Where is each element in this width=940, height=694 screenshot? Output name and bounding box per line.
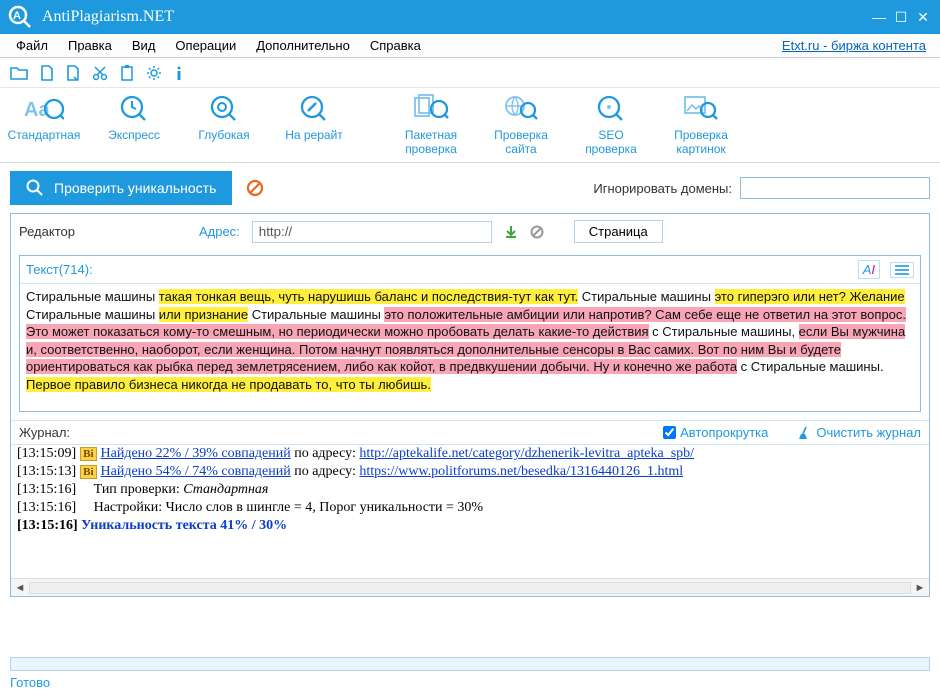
cut-icon[interactable] xyxy=(92,65,108,81)
journal-label: Журнал: xyxy=(19,425,70,440)
status-text: Готово xyxy=(0,673,940,694)
save-icon[interactable] xyxy=(66,65,80,81)
editor-label: Редактор xyxy=(19,224,75,239)
text-content[interactable]: Стиральные машины такая тонкая вещь, чут… xyxy=(20,284,920,411)
site-check[interactable]: Проверка сайта xyxy=(485,92,557,156)
progress-bar xyxy=(10,657,930,671)
broom-icon xyxy=(796,426,810,440)
open-folder-icon[interactable] xyxy=(10,65,28,81)
address-input[interactable] xyxy=(252,221,492,243)
cancel-icon[interactable] xyxy=(246,179,264,197)
journal-row: [13:15:09]BiНайдено 22% / 39% совпадений… xyxy=(17,445,923,463)
menu-operations[interactable]: Операции xyxy=(165,36,246,55)
horizontal-scrollbar[interactable]: ◄ ► xyxy=(11,578,929,596)
batch-check[interactable]: Пакетная проверка xyxy=(395,92,467,156)
site-icon xyxy=(504,92,538,126)
settings-icon[interactable] xyxy=(146,65,162,81)
journal-header: Журнал: Автопрокрутка Очистить журнал xyxy=(11,420,929,444)
autoscroll-checkbox[interactable]: Автопрокрутка xyxy=(663,425,768,440)
mode-standard[interactable]: Aa Стандартная xyxy=(8,92,80,142)
journal-row: [13:15:16] Настройки: Число слов в шингл… xyxy=(17,499,923,517)
search-icon xyxy=(26,179,44,197)
download-icon[interactable] xyxy=(504,225,518,239)
clear-journal-button[interactable]: Очистить журнал xyxy=(796,425,921,440)
mode-deep-label: Глубокая xyxy=(198,128,249,142)
mode-express[interactable]: Экспресс xyxy=(98,92,170,142)
mode-rewrite-label: На рерайт xyxy=(285,128,343,142)
menu-file[interactable]: Файл xyxy=(6,36,58,55)
text-lines-icon[interactable] xyxy=(890,262,914,278)
paste-icon[interactable] xyxy=(120,65,134,81)
menu-help[interactable]: Справка xyxy=(360,36,431,55)
action-row: Проверить уникальность Игнорировать доме… xyxy=(0,163,940,213)
text-format-icon[interactable]: AI xyxy=(858,260,880,279)
toolbar xyxy=(0,58,940,88)
check-uniqueness-button[interactable]: Проверить уникальность xyxy=(10,171,232,205)
scroll-right-icon[interactable]: ► xyxy=(911,582,929,594)
titlebar: A AntiPlagiarism.NET — ☐ ✕ xyxy=(0,0,940,34)
text-count-label: Текст(714): xyxy=(26,262,93,277)
mode-rewrite[interactable]: На рерайт xyxy=(278,92,350,142)
journal-row: [13:15:13]BiНайдено 54% / 74% совпадений… xyxy=(17,463,923,481)
window-title: AntiPlagiarism.NET xyxy=(42,8,868,26)
image-label: Проверка картинок xyxy=(665,128,737,156)
app-logo-icon: A xyxy=(6,3,34,31)
batch-icon xyxy=(413,92,449,126)
menubar: Файл Правка Вид Операции Дополнительно С… xyxy=(0,34,940,58)
ignore-label: Игнорировать домены: xyxy=(593,181,732,196)
seo-check[interactable]: SEO проверка xyxy=(575,92,647,156)
mode-express-label: Экспресс xyxy=(108,128,160,142)
menu-edit[interactable]: Правка xyxy=(58,36,122,55)
rewrite-icon xyxy=(299,92,329,126)
svg-text:A: A xyxy=(13,10,21,22)
maximize-button[interactable]: ☐ xyxy=(890,6,912,28)
mode-deep[interactable]: Глубокая xyxy=(188,92,260,142)
seo-icon xyxy=(596,92,626,126)
page-tab-button[interactable]: Страница xyxy=(574,220,663,243)
express-icon xyxy=(119,92,149,126)
site-label: Проверка сайта xyxy=(485,128,557,156)
ignore-domains-input[interactable] xyxy=(740,177,930,199)
batch-label: Пакетная проверка xyxy=(395,128,467,156)
image-icon xyxy=(684,92,718,126)
new-doc-icon[interactable] xyxy=(40,65,54,81)
check-btn-label: Проверить уникальность xyxy=(54,180,216,196)
menu-extra[interactable]: Дополнительно xyxy=(246,36,360,55)
journal-row: [13:15:16] Тип проверки: Стандартная xyxy=(17,481,923,499)
minimize-button[interactable]: — xyxy=(868,6,890,28)
standard-icon: Aa xyxy=(24,92,64,126)
mode-standard-label: Стандартная xyxy=(8,128,81,142)
deep-icon xyxy=(209,92,239,126)
close-button[interactable]: ✕ xyxy=(912,6,934,28)
address-label: Адрес: xyxy=(199,224,240,239)
editor-panel: Редактор Адрес: Страница Текст(714): AI … xyxy=(10,213,930,597)
journal-row-result: [13:15:16] Уникальность текста 41% / 30% xyxy=(17,517,923,535)
journal-list[interactable]: [13:15:09]BiНайдено 22% / 39% совпадений… xyxy=(11,444,929,578)
info-icon[interactable] xyxy=(174,65,184,81)
block-icon[interactable] xyxy=(530,225,544,239)
text-box: Текст(714): AI Стиральные машины такая т… xyxy=(19,255,921,412)
scroll-left-icon[interactable]: ◄ xyxy=(11,582,29,594)
image-check[interactable]: Проверка картинок xyxy=(665,92,737,156)
ribbon: Aa Стандартная Экспресс Глубокая На рера… xyxy=(0,88,940,163)
seo-label: SEO проверка xyxy=(575,128,647,156)
ext-link-etxt[interactable]: Etxt.ru - биржа контента xyxy=(782,38,934,53)
menu-view[interactable]: Вид xyxy=(122,36,166,55)
